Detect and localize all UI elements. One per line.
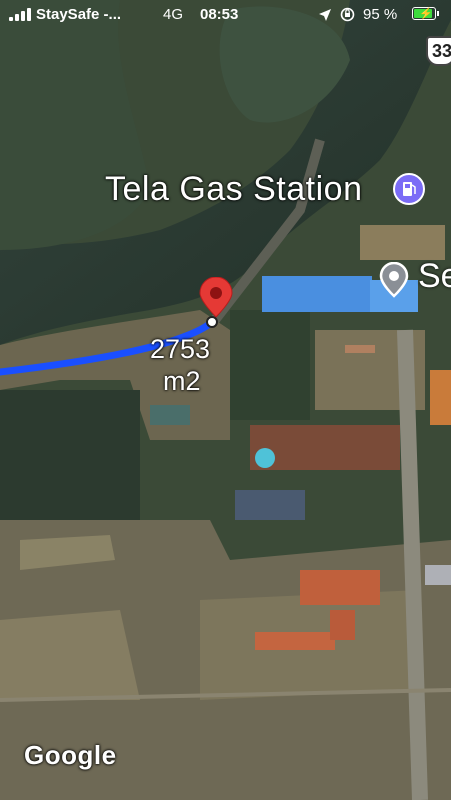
area-value: 2753: [150, 334, 211, 364]
place-pin-icon[interactable]: [378, 262, 410, 298]
battery-percent: 95 %: [363, 6, 398, 23]
area-measurement: 2753 m2: [150, 333, 210, 397]
google-attribution: Google: [24, 740, 117, 770]
status-bar: StaySafe -... 4G 08:53 95 % ⚡: [0, 0, 451, 30]
road-shield-icon: 33: [426, 36, 451, 66]
area-unit: m2: [163, 366, 201, 396]
satellite-map[interactable]: [0, 0, 451, 800]
signal-icon: [9, 8, 33, 21]
location-arrow-icon: [319, 9, 331, 21]
orientation-lock-icon: [340, 7, 355, 22]
carrier-name: StaySafe -...: [36, 6, 122, 23]
road-shield-number: 33: [432, 41, 451, 61]
network-type: 4G: [163, 6, 184, 23]
gas-station-icon[interactable]: [393, 173, 425, 205]
dropped-pin-icon[interactable]: [197, 277, 235, 329]
clock: 08:53: [200, 6, 239, 23]
poi-label-partial[interactable]: Se: [418, 257, 451, 296]
battery-charging-icon: ⚡: [412, 7, 439, 20]
poi-label-gas-station[interactable]: Tela Gas Station: [105, 170, 362, 209]
